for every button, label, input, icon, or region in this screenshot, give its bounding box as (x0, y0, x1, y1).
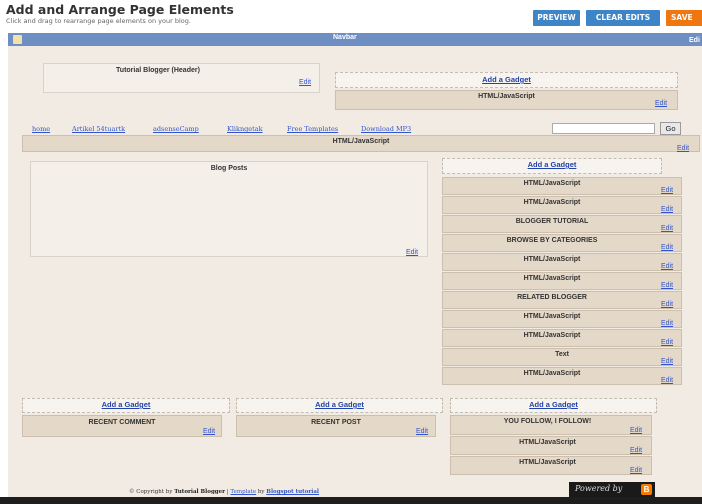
footer-gadget-title: RECENT POST (311, 419, 361, 426)
header-add-gadget-link[interactable]: Add a Gadget (335, 75, 678, 84)
sidebar-gadget-edit-link[interactable]: Edit (661, 206, 673, 213)
sidebar-add-gadget-link[interactable]: Add a Gadget (442, 160, 662, 169)
sidebar-gadget-edit-link[interactable]: Edit (661, 320, 673, 327)
sidebar-gadget-edit-link[interactable]: Edit (661, 358, 673, 365)
footer-gadget-title: HTML/JavaScript (519, 439, 576, 446)
sidebar-gadget-title: BLOGGER TUTORIAL (515, 218, 589, 225)
sidebar-gadget-edit-link[interactable]: Edit (661, 263, 673, 270)
search-input[interactable] (552, 123, 655, 134)
page-subtitle: Click and drag to rearrange page element… (6, 17, 191, 25)
navbar-edit-link[interactable]: Edi (689, 37, 700, 44)
copyright-name: Tutorial Blogger (174, 489, 226, 495)
footer-gadget-edit-link[interactable]: Edit (630, 467, 642, 474)
blog-header-title: Tutorial Blogger (Header) (116, 67, 200, 74)
footer-col3-add-gadget-link[interactable]: Add a Gadget (450, 400, 657, 409)
sidebar-gadget-title: BROWSE BY CATEGORIES (506, 237, 598, 244)
powered-by-blogger-badge[interactable]: Powered by B (569, 482, 655, 497)
nav-link-download-mp3[interactable]: Download MP3 (361, 125, 411, 133)
crossbar-gadget-edit-link[interactable]: Edit (677, 145, 689, 152)
layout-toolbar: Add and Arrange Page Elements Click and … (0, 0, 702, 30)
footer-col2-add-gadget-link[interactable]: Add a Gadget (236, 400, 443, 409)
nav-link-free-templates[interactable]: Free Templates (287, 125, 338, 133)
sidebar-gadget-title: HTML/JavaScript (523, 256, 581, 263)
footer-col1-add-gadget-link[interactable]: Add a Gadget (22, 400, 230, 409)
blogger-logo-icon: B (641, 484, 652, 495)
copyright-by: by (257, 489, 265, 495)
nav-link-adsensecamp[interactable]: adsenseCamp (153, 125, 199, 133)
navbar-label: Navbar (333, 34, 357, 41)
blog-posts-title: Blog Posts (210, 165, 248, 172)
sidebar-gadget-title: HTML/JavaScript (523, 313, 581, 320)
sidebar-gadget-title: HTML/JavaScript (523, 180, 581, 187)
blogspot-tutorial-link[interactable]: Blogspot tutorial (266, 489, 319, 495)
sidebar-gadget-edit-link[interactable]: Edit (661, 301, 673, 308)
crossbar-gadget-title: HTML/JavaScript (332, 138, 390, 145)
nav-link-artikel[interactable]: Artikel 54tuartk (72, 125, 125, 133)
header-gadget-edit-link[interactable]: Edit (655, 100, 667, 107)
sidebar-gadget-title: Text (555, 351, 569, 358)
template-link[interactable]: Template (230, 489, 256, 495)
save-button[interactable]: SAVE (666, 10, 702, 26)
copyright-prefix: © Copyright by (129, 489, 173, 495)
sidebar-gadget-edit-link[interactable]: Edit (661, 244, 673, 251)
nav-link-klikngetak[interactable]: Klikngetak (227, 125, 263, 133)
sidebar-gadget-edit-link[interactable]: Edit (661, 339, 673, 346)
footer-gadget-edit-link[interactable]: Edit (203, 428, 215, 435)
blog-posts-edit-link[interactable]: Edit (406, 249, 418, 256)
sidebar-gadget-title: HTML/JavaScript (523, 332, 581, 339)
footer-gadget-edit-link[interactable]: Edit (416, 428, 428, 435)
preview-button[interactable]: PREVIEW (533, 10, 580, 26)
sidebar-gadget-title: RELATED BLOGGER (517, 294, 587, 301)
sidebar-gadget-edit-link[interactable]: Edit (661, 225, 673, 232)
blog-posts-element[interactable] (30, 161, 428, 257)
sidebar-gadget-edit-link[interactable]: Edit (661, 187, 673, 194)
go-button[interactable]: Go (660, 122, 681, 135)
blog-header-edit-link[interactable]: Edit (299, 79, 311, 86)
footer-gadget-title: YOU FOLLOW, I FOLLOW! (503, 418, 592, 425)
footer-gadget-title: RECENT COMMENT (88, 419, 156, 426)
footer-gadget-edit-link[interactable]: Edit (630, 447, 642, 454)
clear-edits-button[interactable]: CLEAR EDITS (586, 10, 660, 26)
page-title: Add and Arrange Page Elements (6, 2, 234, 17)
footer-gadget-edit-link[interactable]: Edit (630, 427, 642, 434)
sidebar-gadget-edit-link[interactable]: Edit (661, 282, 673, 289)
nav-link-home[interactable]: home (32, 125, 50, 133)
navbar-element[interactable]: Navbar Edi (8, 33, 702, 46)
header-gadget-title: HTML/JavaScript (478, 93, 535, 100)
footer-gadget-title: HTML/JavaScript (519, 459, 576, 466)
navbar-folder-icon (13, 35, 22, 44)
sidebar-gadget-title: HTML/JavaScript (523, 370, 581, 377)
sidebar-gadget-edit-link[interactable]: Edit (661, 377, 673, 384)
sidebar-gadget-title: HTML/JavaScript (523, 199, 581, 206)
footer-copyright: © Copyright by Tutorial Blogger | Templa… (129, 489, 320, 495)
sidebar-gadget-title: HTML/JavaScript (523, 275, 581, 282)
bottom-strip (0, 497, 702, 504)
powered-by-text: Powered by (575, 484, 623, 493)
